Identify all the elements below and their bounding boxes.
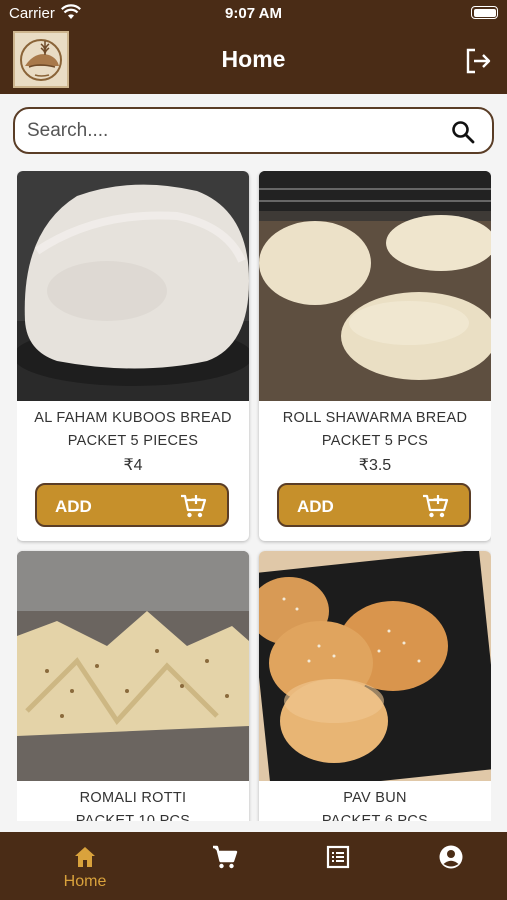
product-card[interactable]: ROMALI ROTTI PACKET 10 PCS <box>17 551 249 821</box>
product-name: PAV BUN <box>343 790 407 806</box>
search-bar <box>13 107 494 154</box>
nav-orders[interactable] <box>275 832 401 900</box>
product-pack: PACKET 10 PCS <box>75 813 191 821</box>
product-image-romali-rotti <box>17 551 249 781</box>
nav-home[interactable]: Home <box>22 832 148 900</box>
nav-home-label: Home <box>63 873 107 890</box>
product-name: AL FAHAM KUBOOS BREAD <box>34 410 232 426</box>
battery-icon <box>471 6 498 19</box>
product-pack: PACKET 5 PIECES <box>67 433 199 449</box>
product-pack: PACKET 6 PCS <box>321 813 429 821</box>
product-pack: PACKET 5 PCS <box>321 433 429 449</box>
add-button-label: ADD <box>55 497 92 516</box>
search-input[interactable] <box>27 119 427 143</box>
product-grid: AL FAHAM KUBOOS BREAD PACKET 5 PIECES ₹4… <box>17 171 491 821</box>
add-cart-icon <box>423 494 449 518</box>
account-icon <box>439 845 463 869</box>
nav-cart[interactable] <box>162 832 288 900</box>
product-price: ₹3.5 <box>358 457 392 474</box>
add-to-cart-button[interactable]: ADD <box>35 483 229 527</box>
product-image-kuboos <box>17 171 249 401</box>
logout-icon[interactable] <box>463 46 493 76</box>
bottom-nav: Home <box>0 832 507 900</box>
app-bar: Home <box>0 26 507 94</box>
product-card[interactable]: AL FAHAM KUBOOS BREAD PACKET 5 PIECES ₹4… <box>17 171 249 541</box>
home-icon <box>75 847 95 867</box>
cart-icon <box>213 845 238 869</box>
add-cart-icon <box>181 494 207 518</box>
product-card[interactable]: ROLL SHAWARMA BREAD PACKET 5 PCS ₹3.5 AD… <box>259 171 491 541</box>
status-bar: Carrier 9:07 AM <box>0 0 507 26</box>
add-to-cart-button[interactable]: ADD <box>277 483 471 527</box>
product-name: ROMALI ROTTI <box>79 790 187 806</box>
product-name: ROLL SHAWARMA BREAD <box>282 410 468 426</box>
product-price: ₹4 <box>123 457 143 474</box>
nav-profile[interactable] <box>388 832 507 900</box>
search-icon[interactable] <box>450 119 476 145</box>
product-card[interactable]: PAV BUN PACKET 6 PCS <box>259 551 491 821</box>
page-title: Home <box>221 46 286 72</box>
product-image-pav-bun <box>259 551 491 781</box>
orders-list-icon <box>326 845 350 869</box>
add-button-label: ADD <box>297 497 334 516</box>
product-image-shawarma-bread <box>259 171 491 401</box>
clock: 9:07 AM <box>225 5 282 22</box>
